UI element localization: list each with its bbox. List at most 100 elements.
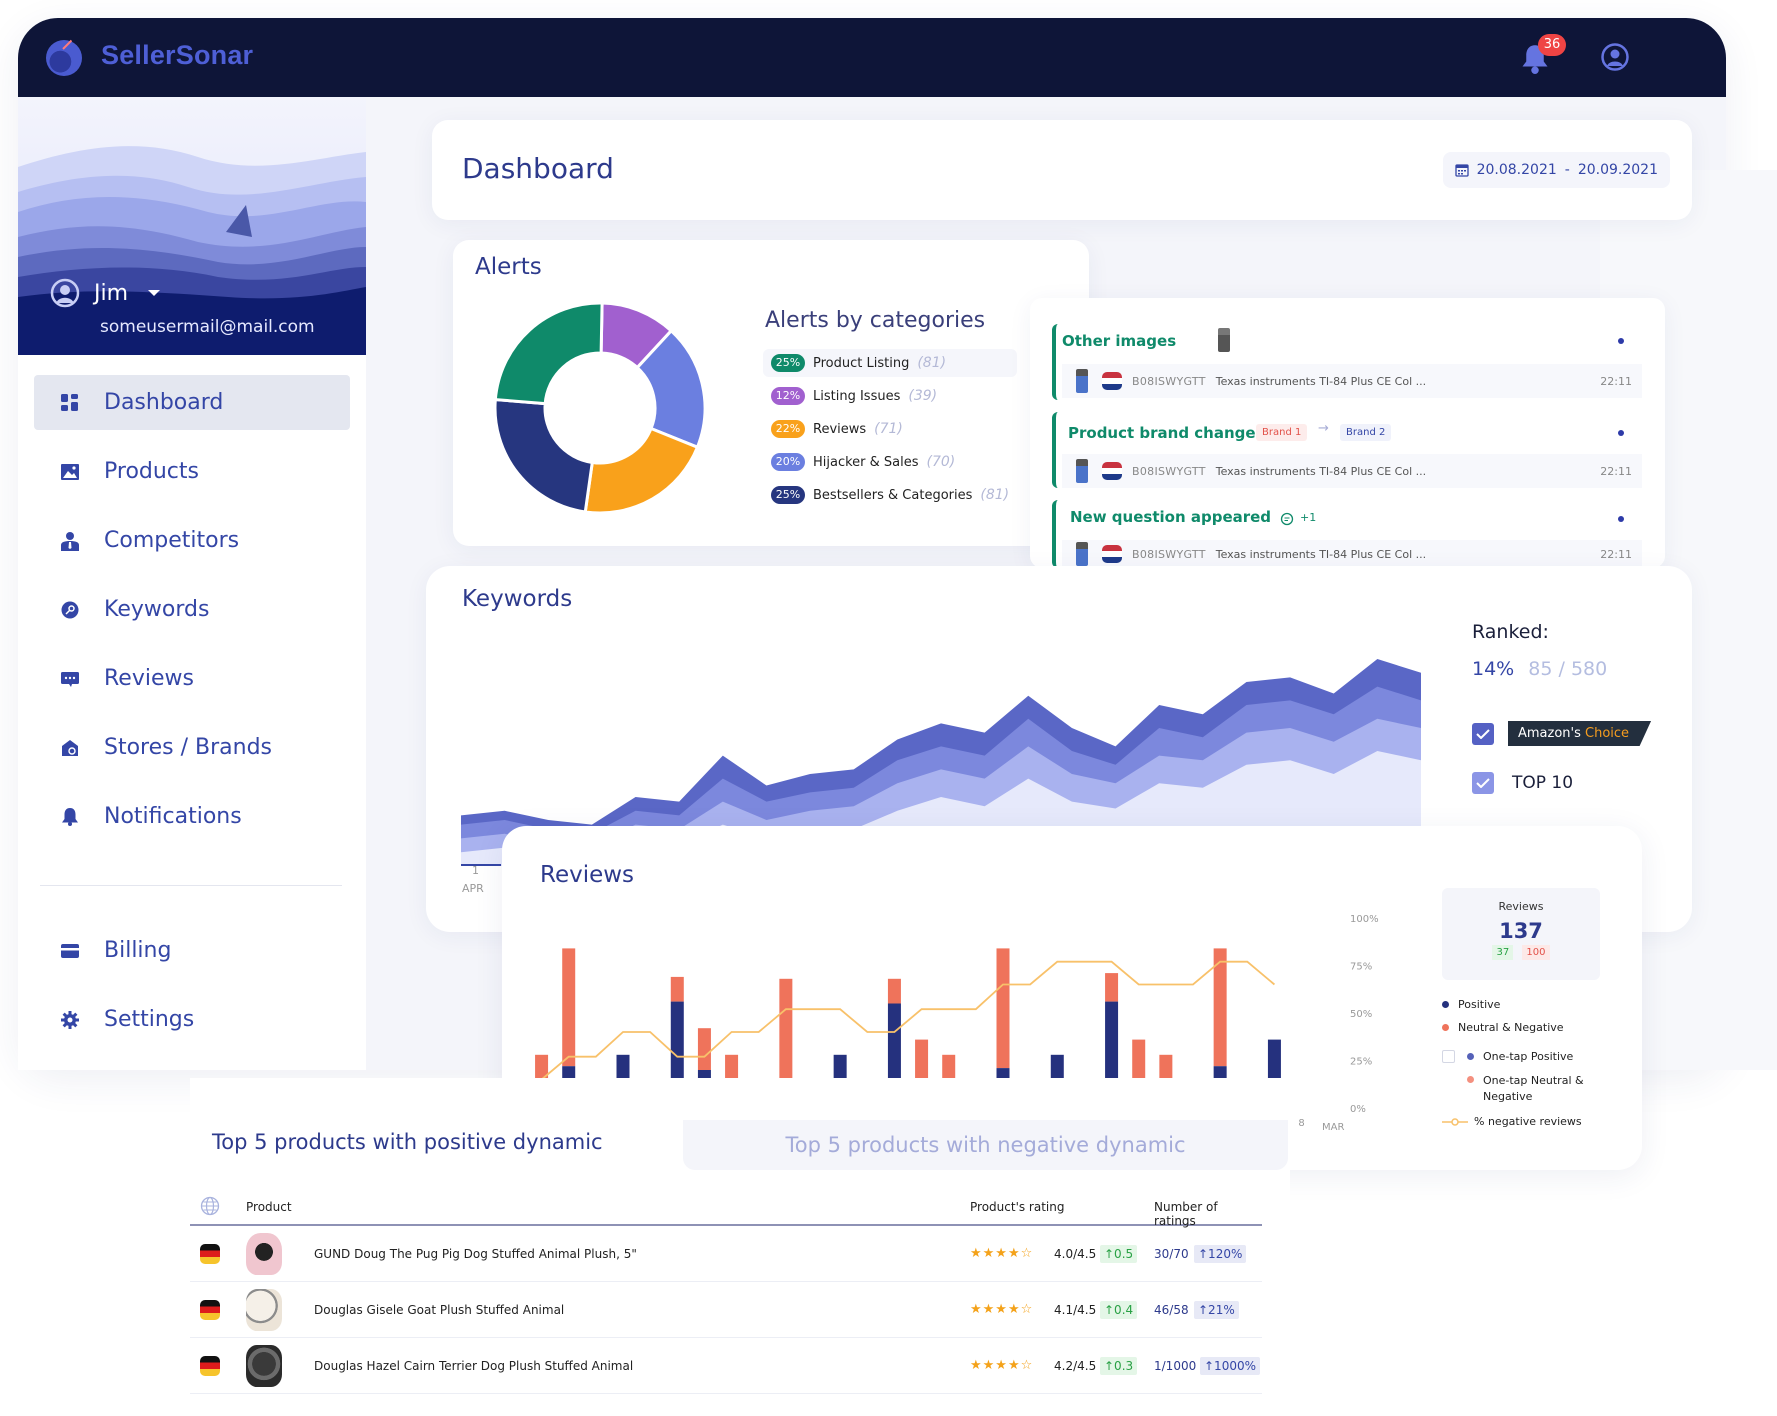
sidebar-item-keywords[interactable]: Keywords [34,582,350,637]
table-row[interactable]: GUND Doug The Pug Pig Dog Stuffed Animal… [190,1226,1262,1282]
alerts-feed-card: Other images B08ISWYGTT Texas instrument… [1030,298,1665,568]
category-row[interactable]: 12% Listing Issues (39) [763,382,1017,410]
tab-negative-dynamic[interactable]: Top 5 products with negative dynamic [683,1120,1288,1170]
legend-onetap-positive[interactable]: One-tap Positive [1442,1050,1612,1063]
profile-icon[interactable] [1600,42,1630,72]
product-asin: B08ISWYGTT [1132,547,1206,561]
sidebar-item-competitors[interactable]: Competitors [34,513,350,568]
alert-item[interactable]: New question appeared +1 B08ISWYGTT Texa… [1052,500,1642,568]
ratings-delta: ↑1000% [1200,1356,1260,1375]
alerts-categories-title: Alerts by categories [765,308,986,333]
checkbox-checked[interactable] [1472,722,1494,745]
sidebar-item-dashboard[interactable]: Dashboard [34,375,350,430]
alert-product-row: B08ISWYGTT Texas instruments TI-84 Plus … [1062,454,1642,488]
bar-negative[interactable] [697,1028,711,1070]
table-row[interactable]: Douglas Hazel Cairn Terrier Dog Plush St… [190,1338,1262,1394]
flag-nl-icon [1102,372,1122,390]
sidebar-item-billing[interactable]: Billing [34,923,350,978]
product-title[interactable]: Texas instruments TI-84 Plus CE Col ... [1216,375,1426,388]
product-title[interactable]: Texas instruments TI-84 Plus CE Col ... [1216,548,1426,561]
alert-item[interactable]: Other images B08ISWYGTT Texas instrument… [1052,324,1642,400]
bar-negative[interactable] [1159,1054,1173,1080]
category-pct-badge: 25% [771,354,805,372]
sidebar-item-products[interactable]: Products [34,444,350,499]
number-of-ratings: 30/70 [1154,1246,1189,1261]
flag-nl-icon [1102,462,1122,480]
alert-item[interactable]: Product brand changed Brand 1 → Brand 2 … [1052,412,1642,488]
product-name[interactable]: Douglas Hazel Cairn Terrier Dog Plush St… [314,1359,633,1373]
donut-slice-reviews[interactable] [583,426,700,515]
top10-filter[interactable]: TOP 10 [1472,772,1573,794]
category-label: Reviews [813,421,867,437]
alert-title: Other images [1062,332,1177,350]
date-from: 20.08.2021 [1476,162,1557,178]
bar-negative[interactable] [1132,1039,1146,1080]
column-header-rating[interactable]: Product's rating [970,1200,1064,1214]
product-name[interactable]: Douglas Gisele Goat Plush Stuffed Animal [314,1303,564,1317]
tab-positive-dynamic[interactable]: Top 5 products with positive dynamic [212,1130,603,1154]
product-name[interactable]: GUND Doug The Pug Pig Dog Stuffed Animal… [314,1247,637,1261]
user-menu[interactable]: Jim [50,278,161,308]
ratings-delta: ↑21% [1194,1300,1239,1319]
app-logo-text[interactable]: SellerSonar [101,40,253,71]
table-header: Product Product's rating Number of ratin… [190,1188,1262,1228]
bar-negative[interactable] [887,978,901,1004]
bar-negative[interactable] [670,976,684,1002]
y-axis-tick: 100% [1350,914,1379,925]
calendar-icon [1454,164,1469,177]
date-separator: - [1564,162,1570,178]
sidebar-item-stores-brands[interactable]: Stores / Brands [34,720,350,775]
table-row[interactable]: Douglas Gisele Goat Plush Stuffed Animal… [190,1282,1262,1338]
onetap-checkbox[interactable] [1442,1050,1455,1063]
legend-positive[interactable]: Positive [1442,998,1612,1011]
sidebar-item-reviews[interactable]: Reviews [34,651,350,706]
number-of-ratings: 46/58 [1154,1302,1189,1317]
legend-pct-negative[interactable]: % negative reviews [1442,1115,1612,1128]
notification-count-badge: 36 [1538,34,1566,56]
top-bar: SellerSonar 36 [18,18,1726,97]
store-icon [60,738,80,758]
donut-slice-bestsellers-categories[interactable] [493,397,594,514]
date-range-picker[interactable]: 20.08.2021 - 20.09.2021 [1442,152,1670,188]
sidebar-item-settings[interactable]: Settings [34,992,350,1047]
bar-negative[interactable] [942,1054,956,1080]
bar-negative[interactable] [1105,973,1119,1002]
x-axis-month: APR [462,882,484,895]
column-header-product[interactable]: Product [246,1200,292,1214]
amazon-choice-label: Amazon's [1518,726,1581,741]
category-row[interactable]: 25% Product Listing (81) [763,349,1018,377]
checkbox-checked[interactable] [1472,772,1494,794]
bar-negative[interactable] [562,948,576,1067]
amazons-choice-filter[interactable]: Amazon's Choice [1472,721,1652,746]
sidebar-item-label: Competitors [104,528,240,553]
sidebar-item-label: Products [104,459,199,484]
category-row[interactable]: 20% Hijacker & Sales (70) [763,448,1017,476]
alert-title: New question appeared [1070,508,1272,526]
legend-neutral-negative[interactable]: Neutral & Negative [1442,1021,1612,1034]
arrow-right-icon: → [1318,421,1329,436]
globe-icon[interactable] [200,1196,220,1216]
bar-negative[interactable] [996,948,1010,1069]
bell-icon [60,807,80,827]
bar-negative[interactable] [725,1054,739,1080]
chevron-down-icon[interactable] [148,290,161,296]
gear-icon [60,1010,80,1030]
alert-product-row: B08ISWYGTT Texas instruments TI-84 Plus … [1062,540,1642,568]
bar-negative[interactable] [779,978,793,1093]
category-row[interactable]: 22% Reviews (71) [763,415,1017,443]
category-row[interactable]: 25% Bestsellers & Categories (81) [763,481,1017,509]
rating-stars: ★★★★☆ [970,1358,1034,1373]
flag-de-icon [200,1355,220,1376]
category-pct-badge: 25% [771,486,805,504]
column-header-num-ratings[interactable]: Number of ratings [1154,1200,1262,1228]
legend-onetap-negative[interactable]: One-tap Neutral & Negative [1442,1073,1612,1105]
product-title[interactable]: Texas instruments TI-84 Plus CE Col ... [1216,465,1426,478]
product-thumbnail-icon [1076,542,1088,566]
alert-title: Product brand changed [1068,424,1267,442]
sidebar-item-label: Stores / Brands [104,735,272,760]
bar-negative[interactable] [915,1039,929,1080]
y-axis-tick: 75% [1350,962,1372,973]
sidebar-item-label: Notifications [104,804,242,829]
donut-slice-product-listing[interactable] [493,301,604,406]
sidebar-item-notifications[interactable]: Notifications [34,789,350,844]
